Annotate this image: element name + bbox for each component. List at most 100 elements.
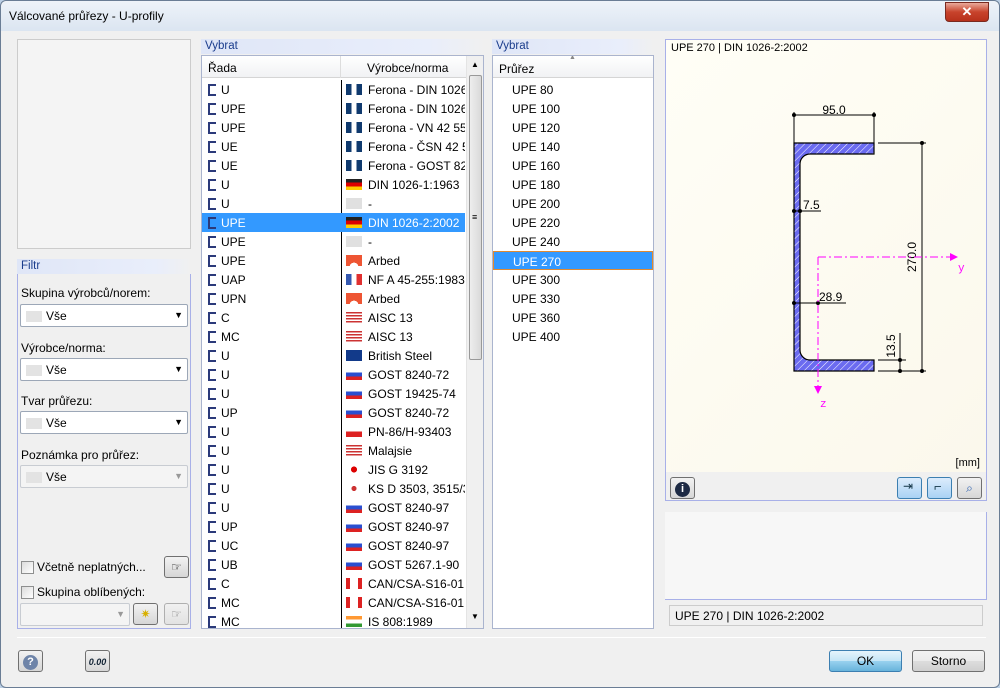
chevron-down-icon: ▼: [116, 609, 125, 619]
series-row[interactable]: U GOST 8240-97: [202, 498, 465, 517]
series-row[interactable]: UPE Arbed: [202, 251, 465, 270]
series-row[interactable]: U Ferona - DIN 1026-1: [202, 80, 465, 99]
series-row[interactable]: UAP NF A 45-255:1983: [202, 270, 465, 289]
column-header-manufacturer[interactable]: Výrobce/norma: [367, 61, 448, 75]
series-row[interactable]: UP GOST 8240-72: [202, 403, 465, 422]
series-row[interactable]: C CAN/CSA-S16-01: [202, 574, 465, 593]
u-shape-icon: [208, 616, 216, 628]
series-row[interactable]: UPE Ferona - DIN 1026-2: [202, 99, 465, 118]
series-name: UPE: [221, 216, 246, 230]
units-button[interactable]: 0.00: [85, 650, 110, 672]
section-row[interactable]: UPE 100: [493, 99, 653, 118]
section-row[interactable]: UPE 330: [493, 289, 653, 308]
scroll-down-icon[interactable]: ▼: [471, 612, 479, 621]
cancel-button[interactable]: Storno: [912, 650, 985, 672]
series-row[interactable]: U KS D 3503, 3515/3!: [202, 479, 465, 498]
filter-header: Filtr: [17, 259, 191, 274]
series-row[interactable]: UP GOST 8240-97: [202, 517, 465, 536]
edit-favorite-group-button[interactable]: ☞: [164, 603, 189, 625]
section-name: UPE 200: [512, 197, 561, 211]
series-row[interactable]: UPE DIN 1026-2:2002: [202, 213, 465, 232]
flag-icon-ca: [346, 578, 362, 589]
scroll-up-icon[interactable]: ▲: [471, 60, 479, 69]
series-row[interactable]: U Malajsie: [202, 441, 465, 460]
manufacturer-name: Ferona - VN 42 5572: [368, 121, 465, 135]
series-row[interactable]: UPN Arbed: [202, 289, 465, 308]
section-row[interactable]: UPE 360: [493, 308, 653, 327]
scrollbar[interactable]: ▲ ≡ ▼: [466, 56, 483, 628]
column-header-section[interactable]: Průřez: [499, 62, 534, 76]
series-name: UPE: [221, 235, 246, 249]
series-row[interactable]: U GOST 8240-72: [202, 365, 465, 384]
section-row[interactable]: UPE 140: [493, 137, 653, 156]
series-row[interactable]: U PN-86/H-93403: [202, 422, 465, 441]
favorites-select[interactable]: ▼: [20, 603, 130, 626]
include-invalid-checkbox[interactable]: [21, 561, 34, 574]
note-select[interactable]: Vše ▼: [20, 465, 188, 488]
section-rows: UPE 80 UPE 100 UPE 120 UPE 140 UPE 160 UPE 18…: [493, 80, 653, 628]
section-row[interactable]: UPE 160: [493, 156, 653, 175]
series-row[interactable]: MC CAN/CSA-S16-01: [202, 593, 465, 612]
flag-icon-ru: [346, 559, 362, 570]
section-row[interactable]: UPE 400: [493, 327, 653, 346]
flag-icon-ferona: [346, 103, 362, 114]
series-row[interactable]: UB GOST 5267.1-90: [202, 555, 465, 574]
series-row[interactable]: U JIS G 3192: [202, 460, 465, 479]
show-dimensions-button[interactable]: ⇥: [897, 477, 922, 499]
close-button[interactable]: ✕: [945, 2, 989, 22]
reset-zoom-button[interactable]: ⌕: [957, 477, 982, 499]
flag-icon-ferona: [346, 160, 362, 171]
series-row[interactable]: U-: [202, 194, 465, 213]
manufacturer-name: Ferona - DIN 1026-2: [368, 102, 465, 116]
series-row[interactable]: UC GOST 8240-97: [202, 536, 465, 555]
u-shape-icon: [208, 103, 216, 115]
separator: [17, 637, 986, 638]
series-row[interactable]: MC IS 808:1989: [202, 612, 465, 628]
section-row[interactable]: UPE 180: [493, 175, 653, 194]
new-window-icon: ✷: [140, 607, 151, 621]
ok-button[interactable]: OK: [829, 650, 902, 672]
manufacturer-label: Výrobce/norma:: [21, 341, 106, 355]
manufacturer-name: Malajsie: [368, 444, 413, 458]
section-name: UPE 360: [512, 311, 561, 325]
manufacturer-group-label: Skupina výrobců/norem:: [21, 286, 151, 300]
section-row[interactable]: UPE 270: [493, 251, 653, 270]
chevron-down-icon: ▼: [174, 364, 183, 374]
series-row[interactable]: U DIN 1026-1:1963: [202, 175, 465, 194]
new-favorite-group-button[interactable]: ✷: [133, 603, 158, 625]
series-row[interactable]: UPE -: [202, 232, 465, 251]
series-row[interactable]: UE Ferona - GOST 8240: [202, 156, 465, 175]
section-name: UPE 330: [512, 292, 561, 306]
info-button[interactable]: i: [670, 477, 695, 499]
manufacturer-group-select[interactable]: Vše ▼: [20, 304, 188, 327]
series-row[interactable]: U GOST 19425-74: [202, 384, 465, 403]
u-shape-icon: [208, 388, 216, 400]
section-row[interactable]: UPE 80: [493, 80, 653, 99]
section-row[interactable]: UPE 120: [493, 118, 653, 137]
flag-icon-ru: [346, 407, 362, 418]
section-name: UPE 270: [513, 255, 562, 269]
section-row[interactable]: UPE 240: [493, 232, 653, 251]
flag-icon-de: [346, 179, 362, 190]
series-row[interactable]: UE Ferona - ČSN 42 55: [202, 137, 465, 156]
include-invalid-label: Včetně neplatných...: [37, 560, 146, 574]
series-name: C: [221, 311, 230, 325]
section-row[interactable]: UPE 220: [493, 213, 653, 232]
section-drawing: 95.0 7.5 28.9 270.0 13.5 y z [mm]: [792, 103, 980, 469]
series-row[interactable]: UPE Ferona - VN 42 5572: [202, 118, 465, 137]
u-shape-icon: [208, 312, 216, 324]
column-header-series[interactable]: Řada: [208, 61, 237, 75]
manufacturer-select[interactable]: Vše ▼: [20, 358, 188, 381]
invalid-settings-button[interactable]: ☞: [164, 556, 189, 578]
favorites-checkbox[interactable]: [21, 586, 34, 599]
show-axes-button[interactable]: ⌐: [927, 477, 952, 499]
series-row[interactable]: U British Steel: [202, 346, 465, 365]
series-row[interactable]: MC AISC 13: [202, 327, 465, 346]
section-row[interactable]: UPE 200: [493, 194, 653, 213]
scrollbar-thumb[interactable]: ≡: [469, 75, 482, 360]
series-row[interactable]: C AISC 13: [202, 308, 465, 327]
shape-select[interactable]: Vše ▼: [20, 411, 188, 434]
help-button[interactable]: ?: [18, 650, 43, 672]
u-shape-icon: [208, 597, 216, 609]
section-row[interactable]: UPE 300: [493, 270, 653, 289]
